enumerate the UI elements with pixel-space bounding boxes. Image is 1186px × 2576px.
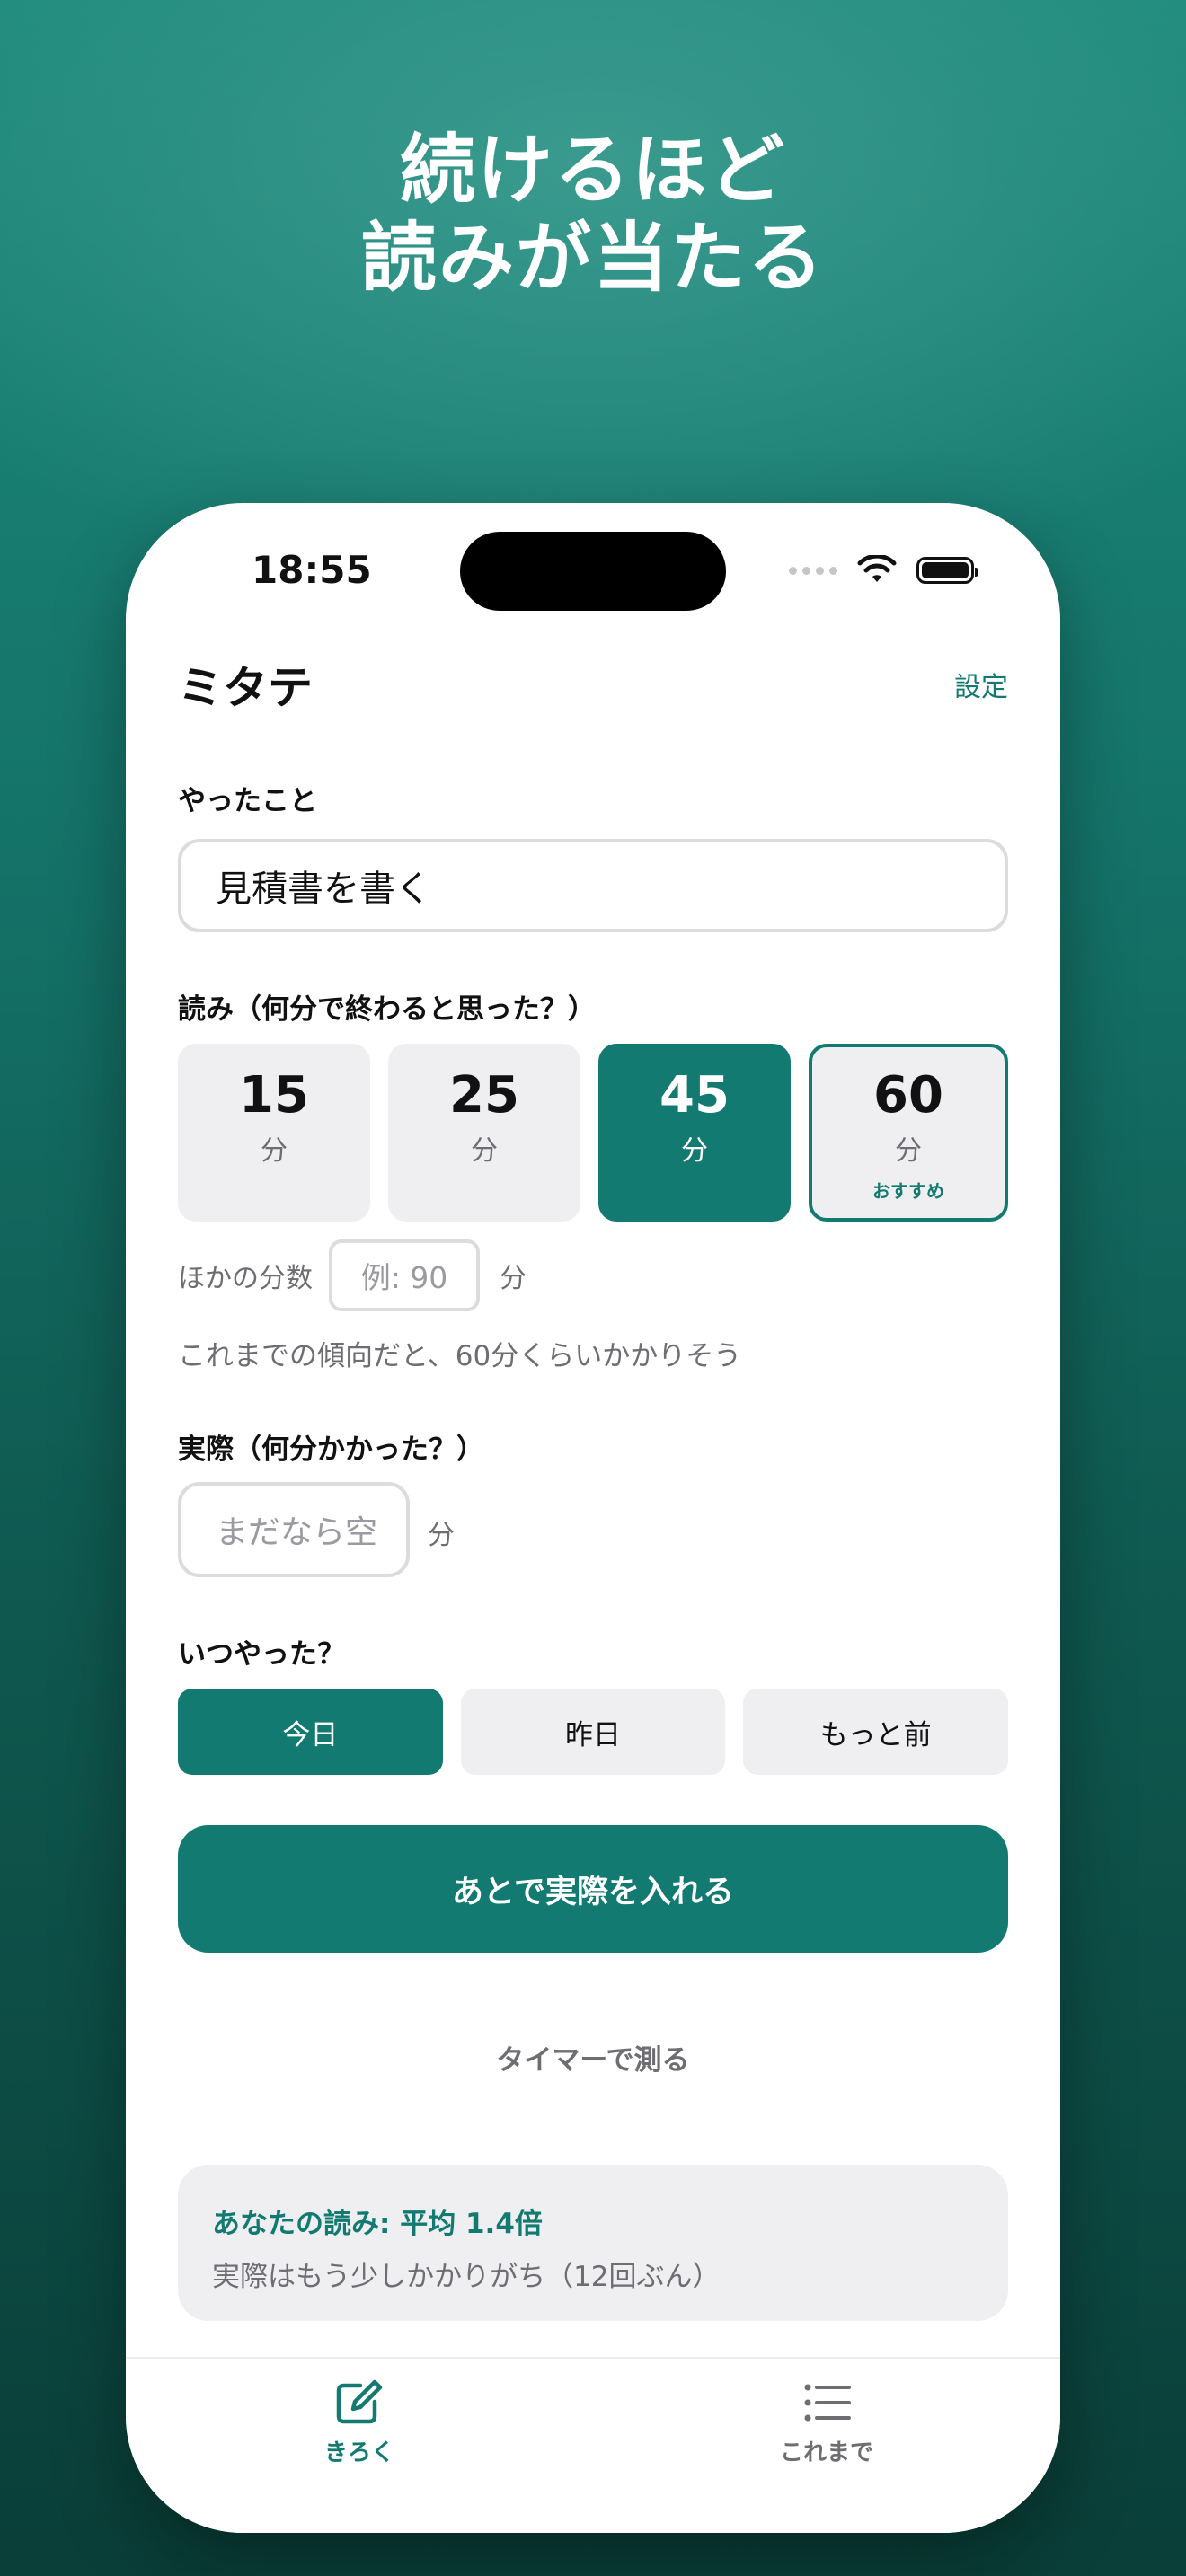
task-label: やったこと (178, 785, 317, 817)
headline: 続けるほど 読みが当たる (0, 126, 1186, 302)
estimate-unit: 分 (471, 1135, 498, 1167)
other-minutes-unit: 分 (500, 1263, 527, 1294)
tab-history[interactable]: これまで (737, 2378, 916, 2467)
estimate-value: 15 (239, 1066, 309, 1125)
estimate-value: 45 (659, 1066, 730, 1125)
recommended-badge: おすすめ (872, 1180, 944, 1202)
settings-button[interactable]: 設定 (954, 665, 1008, 704)
tab-record[interactable]: きろく (270, 2378, 449, 2467)
estimate-value: 60 (873, 1066, 943, 1125)
pencil-square-icon (336, 2379, 383, 2424)
estimate-unit: 分 (895, 1135, 922, 1167)
timer-button: タイマーで測る (126, 2037, 1060, 2078)
app-title: ミタテ (178, 662, 313, 714)
tab-record-label: きろく (323, 2439, 394, 2466)
when-option-yesterday[interactable]: 昨日 (460, 1689, 726, 1775)
estimate-unit: 分 (261, 1135, 288, 1167)
tab-bar: きろく これまで (126, 2357, 1060, 2533)
battery-icon (916, 557, 978, 584)
when-label: いつやった？ (178, 1638, 345, 1671)
other-minutes-placeholder: 例: 90 (360, 1260, 448, 1295)
other-minutes-input[interactable]: 例: 90 (329, 1239, 480, 1311)
estimate-option-25[interactable]: 25 分 (388, 1044, 580, 1222)
headline-line-2: 読みが当たる (360, 214, 825, 302)
task-input[interactable]: 見積書を書く (178, 839, 1008, 932)
tab-history-label: これまで (779, 2439, 873, 2466)
insight-title: あなたの読み: 平均 1.4倍 (212, 2208, 543, 2240)
status-indicators (789, 555, 978, 586)
actual-minutes-placeholder: まだなら空 (216, 1514, 378, 1551)
actual-label: 実際（何分かかった？） (178, 1434, 484, 1466)
estimate-option-45[interactable]: 45 分 (598, 1044, 791, 1222)
headline-line-1: 続けるほど (399, 126, 786, 214)
insight-subtitle: 実際はもう少しかかりがち（12回ぶん） (212, 2261, 721, 2293)
other-minutes-label: ほかの分数 (178, 1263, 313, 1294)
estimate-value: 25 (449, 1066, 519, 1125)
estimate-options: 15 分 25 分 45 分 60 分 おすすめ (178, 1044, 1008, 1222)
timer-button-label[interactable]: タイマーで測る (496, 2044, 689, 2077)
task-input-value: 見積書を書く (216, 869, 431, 910)
when-option-earlier[interactable]: もっと前 (743, 1689, 1009, 1775)
wifi-icon (857, 555, 897, 582)
estimate-option-60[interactable]: 60 分 おすすめ (809, 1044, 1008, 1222)
when-options: 今日 昨日 もっと前 (178, 1689, 1009, 1775)
dynamic-island (460, 532, 726, 611)
status-time: 18:55 (252, 548, 372, 592)
phone-frame: 18:55 ミタテ 設定 やったこと 見積書を書く 読み（何分で終わると思った？… (126, 503, 1060, 2533)
other-minutes-row: ほかの分数 例: 90 分 (178, 1239, 527, 1311)
estimate-label: 読み（何分で終わると思った？） (178, 993, 596, 1026)
when-option-today[interactable]: 今日 (178, 1689, 443, 1775)
actual-minutes-input[interactable]: まだなら空 (178, 1482, 410, 1577)
actual-minutes-unit: 分 (428, 1520, 455, 1551)
list-icon (804, 2384, 851, 2422)
signal-icon (789, 566, 837, 575)
save-later-button[interactable]: あとで実際を入れる (178, 1825, 1008, 1953)
insight-card: あなたの読み: 平均 1.4倍 実際はもう少しかかりがち（12回ぶん） (178, 2165, 1008, 2321)
estimate-unit: 分 (681, 1135, 708, 1167)
trend-hint: これまでの傾向だと、60分くらいかかりそう (178, 1340, 742, 1372)
estimate-option-15[interactable]: 15 分 (178, 1044, 370, 1222)
